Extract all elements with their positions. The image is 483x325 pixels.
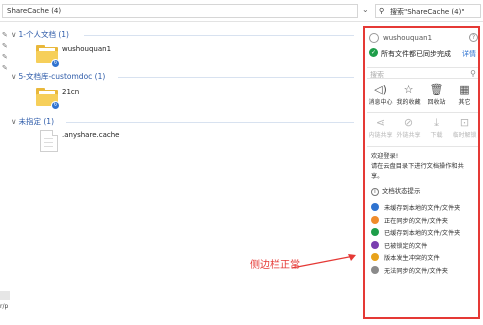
divider [367,112,478,113]
download-icon: ⤓ [434,116,439,129]
chevron-down-icon: ∨ [11,30,17,39]
recycle-bin-button[interactable]: 🗑 回收站 [423,82,450,110]
chevron-down-icon: ∨ [11,72,17,81]
search-input[interactable]: ⚲ 搜索"ShareCache (4)" [375,4,481,18]
legend-text: 版本发生冲突的文件 [384,255,440,262]
group-header[interactable]: ∨ 1-个人文档 (1) [11,29,69,41]
chevron-down-icon[interactable]: ⌄ [362,5,372,17]
more-button[interactable]: ▦ 其它 [451,82,478,110]
search-placeholder: 搜索"ShareCache (4)" [390,8,465,16]
username: wushouquan1 [383,34,433,42]
group-title: 未指定 (1) [18,117,55,126]
cached-icon [371,228,379,236]
tool-label: 其它 [458,99,471,106]
search-icon: ⚲ [379,7,385,15]
group-title: 1-个人文档 (1) [18,30,70,39]
temp-unlock-button[interactable]: ⊡ 临时解锁 [451,115,478,143]
not-cached-icon [371,203,379,211]
sync-status-row: ✓ 所有文件都已同步完成 详情 [369,48,478,59]
legend-text: 无法同步的文件/文件夹 [384,267,448,275]
status-legend-header: i 文档状态提示 [371,186,476,196]
file-name[interactable]: wushouquan1 [62,45,111,53]
external-share-button[interactable]: ⊘ 外链共享 [395,115,422,143]
divider [367,146,478,147]
syncing-icon [371,215,379,224]
trash-icon: 🗑 [429,83,444,96]
tool-label: 下载 [430,132,443,139]
check-icon: ✓ [369,48,378,57]
sidebar-search-placeholder: 搜索 [370,71,384,79]
tool-label: 外链共享 [396,132,421,139]
share-icon: ⋖ [375,116,386,129]
avatar[interactable] [369,33,379,43]
sync-status-icon: ↻ [51,59,60,68]
speaker-icon: ◁) [374,83,387,96]
chevron-down-icon: ∨ [11,117,17,126]
unlock-icon: ⊡ [459,116,470,129]
search-icon[interactable]: ⚲ [470,69,476,78]
tool-label: 消息中心 [368,99,393,106]
file-name[interactable]: .anyshare.cache [62,131,119,139]
toolbar-row: ◁) 消息中心 ☆ 我的收藏 🗑 回收站 ▦ 其它 [367,82,478,110]
scrollbar-fragment [0,291,10,300]
toolbar-row: ⋖ 内链共享 ⊘ 外链共享 ⤓ 下载 ⊡ 临时解锁 [367,115,478,143]
internal-share-button[interactable]: ⋖ 内链共享 [367,115,394,143]
annotation-arrow-icon [291,254,356,269]
pin-icon[interactable]: ✎ [2,52,12,63]
legend-text: 已被锁定的文件 [384,242,428,250]
pin-icon[interactable]: ✎ [2,41,12,52]
status-legend-title: 文档状态提示 [382,187,421,195]
legend-item: 未缓存到本地的文件/文件夹 [371,202,478,215]
sync-status-text: 所有文件都已同步完成 [381,50,451,58]
group-header[interactable]: ∨ 未指定 (1) [11,116,54,128]
conflict-icon [371,253,379,261]
group-title: 5-文档库-customdoc (1) [18,72,106,81]
legend-text: 已缓存到本地的文件/文件夹 [384,230,461,237]
legend-item: 已缓存到本地的文件/文件夹 [371,227,478,240]
file-icon[interactable] [40,130,58,152]
welcome-message: 欢迎登录! 请在云盘目录下进行文档操作和共享。 [371,152,476,182]
group-header[interactable]: ∨ 5-文档库-customdoc (1) [11,71,105,83]
user-row: wushouquan1 ? [369,33,478,45]
status-legend: 未缓存到本地的文件/文件夹 正在同步的文件/文件夹 已缓存到本地的文件/文件夹 … [371,202,478,277]
welcome-title: 欢迎登录! [371,153,399,160]
sync-failed-icon [371,265,379,274]
divider [84,35,354,36]
locked-icon [371,240,379,249]
legend-item: 版本发生冲突的文件 [371,252,478,265]
address-bar: ShareCache (4) ⌄ ⚲ 搜索"ShareCache (4)" [0,0,483,22]
help-icon[interactable]: ? [469,33,478,42]
tool-label: 回收站 [427,99,446,106]
legend-text: 未缓存到本地的文件/文件夹 [384,205,461,212]
tool-label: 我的收藏 [396,99,421,106]
legend-text: 正在同步的文件/文件夹 [384,217,448,225]
divider [118,77,354,78]
welcome-body: 请在云盘目录下进行文档操作和共享。 [371,163,464,180]
tool-label: 临时解锁 [452,132,477,139]
sync-status-icon: ↻ [51,101,60,110]
legend-item: 正在同步的文件/文件夹 [371,215,478,228]
legend-item: 已被锁定的文件 [371,240,478,253]
star-icon: ☆ [403,83,414,96]
text-fragment: r/p [0,303,9,310]
details-link[interactable]: 详情 [462,49,476,59]
link-icon: ⊘ [403,116,414,129]
path-field[interactable]: ShareCache (4) [2,4,358,18]
download-button[interactable]: ⤓ 下载 [423,115,450,143]
info-icon: i [371,188,379,196]
sidebar-panel: wushouquan1 ? ✓ 所有文件都已同步完成 详情 搜索 ⚲ ◁) 消息… [363,26,480,319]
file-name[interactable]: 21cn [62,88,79,96]
legend-item: 无法同步的文件/文件夹 [371,265,478,278]
favorites-button[interactable]: ☆ 我的收藏 [395,82,422,110]
tool-label: 内链共享 [368,132,393,139]
grid-icon: ▦ [459,83,470,96]
sidebar-search-input[interactable]: 搜索 ⚲ [367,67,478,79]
divider [66,122,354,123]
message-center-button[interactable]: ◁) 消息中心 [367,82,394,110]
